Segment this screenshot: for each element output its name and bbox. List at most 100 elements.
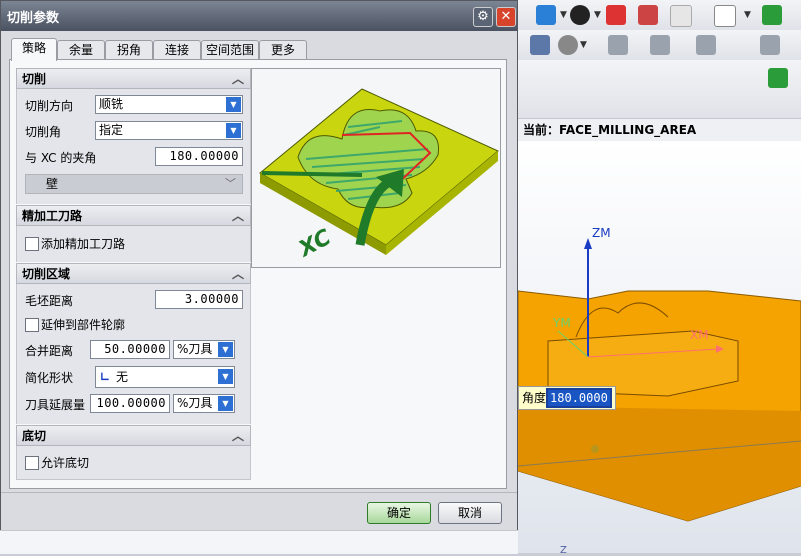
toolbar-row-3 bbox=[518, 60, 801, 119]
render-style-icon[interactable] bbox=[570, 5, 590, 25]
cutting-group-body: 切削方向 顺铣 ▼ 切削角 指定 ▼ 与 XC 的夹角 180.00000 壁 … bbox=[16, 89, 251, 204]
finish-group-body: 添加精加工刀路 bbox=[16, 226, 251, 262]
ok-button[interactable]: 确定 bbox=[367, 502, 431, 524]
cut-angle-label: 切削角 bbox=[25, 125, 62, 139]
simplify-label: 简化形状 bbox=[25, 371, 74, 385]
cut-angle-select[interactable]: 指定 ▼ bbox=[95, 121, 243, 140]
xc-angle-label: 与 XC 的夹角 bbox=[25, 151, 97, 165]
tab-bar: 策略 余量 拐角 连接 空间范围 更多 bbox=[9, 38, 509, 61]
tool-extend-unit-value: %刀具 bbox=[177, 396, 213, 410]
cutting-group-header[interactable]: 切削 ︿ bbox=[16, 68, 251, 89]
tab-containment[interactable]: 空间范围 bbox=[201, 40, 259, 60]
toolbar-row-2: ▼ bbox=[518, 30, 801, 61]
region-group-header[interactable]: 切削区域 ︿ bbox=[16, 263, 251, 284]
graphics-viewport[interactable]: ZM YM XM Z bbox=[517, 141, 801, 556]
add-finish-checkbox[interactable] bbox=[25, 237, 39, 251]
simplify-value: 无 bbox=[116, 370, 129, 384]
model-view: ZM YM XM Z bbox=[517, 226, 801, 556]
gear-icon[interactable]: ⚙ bbox=[473, 7, 493, 27]
blank-distance-input[interactable]: 3.00000 bbox=[155, 290, 243, 309]
close-icon[interactable]: ✕ bbox=[496, 7, 516, 27]
ym-axis-label: YM bbox=[552, 316, 571, 330]
chevron-up-icon[interactable]: ︿ bbox=[232, 69, 244, 89]
wcs-icon[interactable] bbox=[762, 5, 782, 25]
chevron-down-icon[interactable]: ﹀ bbox=[225, 175, 236, 193]
current-operation-label: 当前：FACE_MILLING_AREA bbox=[518, 118, 801, 142]
tool-extend-input[interactable]: 100.00000 bbox=[90, 394, 170, 413]
finish-group-title: 精加工刀路 bbox=[22, 209, 83, 223]
chevron-down-icon[interactable]: ▼ bbox=[218, 396, 233, 411]
color-swatch-icon[interactable] bbox=[714, 5, 736, 27]
extend-checkbox[interactable] bbox=[25, 318, 39, 332]
add-finish-label: 添加精加工刀路 bbox=[41, 237, 126, 251]
shop-doc-icon[interactable] bbox=[760, 35, 780, 55]
region-group-body: 毛坯距离 3.00000 延伸到部件轮廓 合并距离 50.00000 %刀具 ▼… bbox=[16, 284, 251, 424]
z-axis-hint: Z bbox=[560, 545, 567, 553]
chevron-down-icon[interactable]: ▼ bbox=[218, 369, 233, 384]
blank-distance-label: 毛坯距离 bbox=[25, 294, 74, 308]
tab-more[interactable]: 更多 bbox=[259, 40, 307, 60]
cutting-group-title: 切削 bbox=[22, 72, 47, 86]
postprocess-icon[interactable] bbox=[696, 35, 716, 55]
cube-view-icon[interactable] bbox=[536, 5, 556, 25]
section-view-icon[interactable] bbox=[606, 5, 626, 25]
cutting-parameters-dialog: 切削参数 ⚙ ✕ 策略 余量 拐角 连接 空间范围 更多 切削 ︿ 切削方向 顺… bbox=[0, 0, 518, 530]
allow-undercut-label: 允许底切 bbox=[41, 456, 90, 470]
wall-label: 壁 bbox=[46, 177, 59, 191]
tab-stock[interactable]: 余量 bbox=[57, 40, 105, 60]
check-icon[interactable] bbox=[768, 68, 788, 88]
verify-icon[interactable] bbox=[650, 35, 670, 55]
chevron-down-icon[interactable]: ▼ bbox=[594, 10, 601, 20]
cancel-button[interactable]: 取消 bbox=[438, 502, 502, 524]
extend-label: 延伸到部件轮廓 bbox=[41, 318, 126, 332]
angle-tip-label: 角度 bbox=[522, 391, 547, 405]
zm-axis-label: ZM bbox=[592, 226, 611, 240]
xm-axis-label: XM bbox=[690, 328, 709, 342]
finish-group-header[interactable]: 精加工刀路 ︿ bbox=[16, 205, 251, 226]
angle-input-tip[interactable]: 角度 180.0000 bbox=[518, 386, 616, 410]
wall-subgroup[interactable]: 壁 ﹀ bbox=[25, 174, 243, 194]
tool-extend-unit-select[interactable]: %刀具 ▼ bbox=[173, 394, 235, 413]
cut-angle-value: 指定 bbox=[99, 123, 124, 137]
tab-connections[interactable]: 连接 bbox=[153, 40, 201, 60]
merge-unit-value: %刀具 bbox=[177, 342, 213, 356]
dialog-titlebar[interactable]: 切削参数 ⚙ ✕ bbox=[1, 1, 517, 31]
tab-strategy[interactable]: 策略 bbox=[11, 38, 57, 61]
allow-undercut-checkbox[interactable] bbox=[25, 456, 39, 470]
chevron-down-icon[interactable]: ▼ bbox=[744, 10, 751, 20]
cut-direction-select[interactable]: 顺铣 ▼ bbox=[95, 95, 243, 114]
strategy-preview-image: XC bbox=[251, 68, 501, 268]
cut-direction-label: 切削方向 bbox=[25, 99, 74, 113]
view-orientation-icon[interactable] bbox=[670, 5, 692, 27]
dialog-footer: 确定 取消 bbox=[1, 492, 517, 530]
dialog-title: 切削参数 bbox=[7, 11, 60, 26]
climb-cut-illustration: XC bbox=[259, 88, 499, 263]
angle-tip-value[interactable]: 180.0000 bbox=[546, 388, 612, 408]
program-icon[interactable] bbox=[530, 35, 550, 55]
undercut-group-title: 底切 bbox=[22, 429, 47, 443]
chevron-up-icon[interactable]: ︿ bbox=[232, 426, 244, 446]
simplify-select[interactable]: ∟ 无 ▼ bbox=[95, 366, 235, 388]
status-strip bbox=[0, 530, 518, 554]
xc-angle-input[interactable]: 180.00000 bbox=[155, 147, 243, 166]
undercut-group-header[interactable]: 底切 ︿ bbox=[16, 425, 251, 446]
tool-extend-label: 刀具延展量 bbox=[25, 398, 86, 412]
path-icon[interactable] bbox=[608, 35, 628, 55]
parameter-groups: 切削 ︿ 切削方向 顺铣 ▼ 切削角 指定 ▼ 与 XC 的夹角 180.000… bbox=[16, 68, 251, 480]
tool-icon[interactable] bbox=[558, 35, 578, 55]
tab-corners[interactable]: 拐角 bbox=[105, 40, 153, 60]
merge-unit-select[interactable]: %刀具 ▼ bbox=[173, 340, 235, 359]
undercut-group-body: 允许底切 bbox=[16, 446, 251, 480]
merge-distance-label: 合并距离 bbox=[25, 344, 74, 358]
chevron-up-icon[interactable]: ︿ bbox=[232, 264, 244, 284]
corner-shape-icon: ∟ bbox=[100, 370, 111, 384]
chevron-down-icon[interactable]: ▼ bbox=[226, 97, 241, 112]
chevron-down-icon[interactable]: ▼ bbox=[226, 123, 241, 138]
chevron-down-icon[interactable]: ▼ bbox=[560, 10, 567, 20]
merge-distance-input[interactable]: 50.00000 bbox=[90, 340, 170, 359]
chevron-up-icon[interactable]: ︿ bbox=[232, 206, 244, 226]
clip-view-icon[interactable] bbox=[638, 5, 658, 25]
tab-content: 切削 ︿ 切削方向 顺铣 ▼ 切削角 指定 ▼ 与 XC 的夹角 180.000… bbox=[9, 59, 507, 489]
chevron-down-icon[interactable]: ▼ bbox=[218, 342, 233, 357]
chevron-down-icon[interactable]: ▼ bbox=[580, 40, 587, 50]
